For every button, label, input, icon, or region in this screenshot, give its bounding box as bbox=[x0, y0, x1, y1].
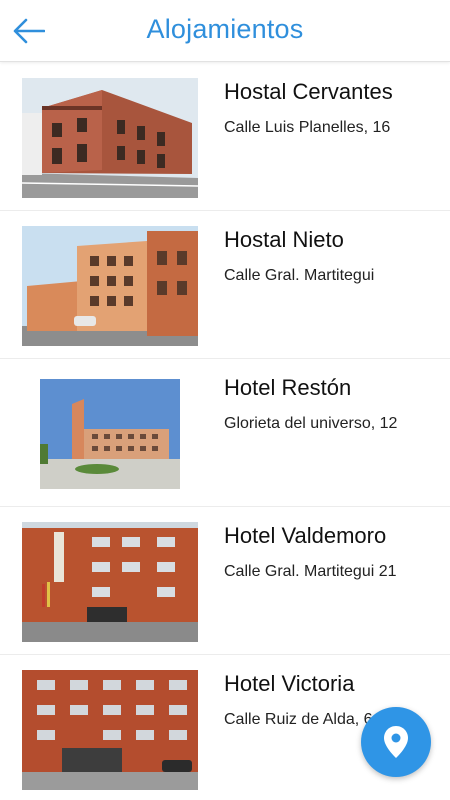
accommodation-list: Hostal Cervantes Calle Luis Planelles, 1… bbox=[0, 63, 450, 800]
list-item[interactable]: Hotel Restón Glorieta del universo, 12 bbox=[0, 359, 450, 507]
hotel-photo bbox=[22, 670, 198, 790]
accommodation-name: Hotel Restón bbox=[224, 375, 352, 400]
accommodation-address: Calle Gral. Martitegui bbox=[224, 267, 375, 284]
hotel-photo bbox=[22, 522, 198, 642]
accommodation-name: Hostal Nieto bbox=[224, 227, 344, 252]
map-button[interactable] bbox=[361, 707, 431, 777]
accommodation-name: Hotel Valdemoro bbox=[224, 523, 387, 548]
hotel-photo bbox=[22, 374, 198, 494]
map-pin-icon bbox=[384, 726, 408, 758]
accommodation-address: Calle Luis Planelles, 16 bbox=[224, 119, 391, 136]
list-item[interactable]: Hostal Nieto Calle Gral. Martitegui bbox=[0, 211, 450, 359]
accommodation-name: Hostal Cervantes bbox=[224, 79, 393, 104]
accommodation-name: Hotel Victoria bbox=[224, 671, 355, 696]
accommodation-address: Glorieta del universo, 12 bbox=[224, 415, 398, 432]
page-title: Alojamientos bbox=[146, 14, 304, 44]
list-item[interactable]: Hostal Cervantes Calle Luis Planelles, 1… bbox=[0, 63, 450, 211]
accommodation-address: Calle Gral. Martitegui 21 bbox=[224, 563, 397, 580]
app-bar: Alojamientos bbox=[0, 0, 450, 62]
hotel-photo bbox=[22, 78, 198, 198]
list-item[interactable]: Hotel Valdemoro Calle Gral. Martitegui 2… bbox=[0, 507, 450, 655]
hotel-photo bbox=[22, 226, 198, 346]
